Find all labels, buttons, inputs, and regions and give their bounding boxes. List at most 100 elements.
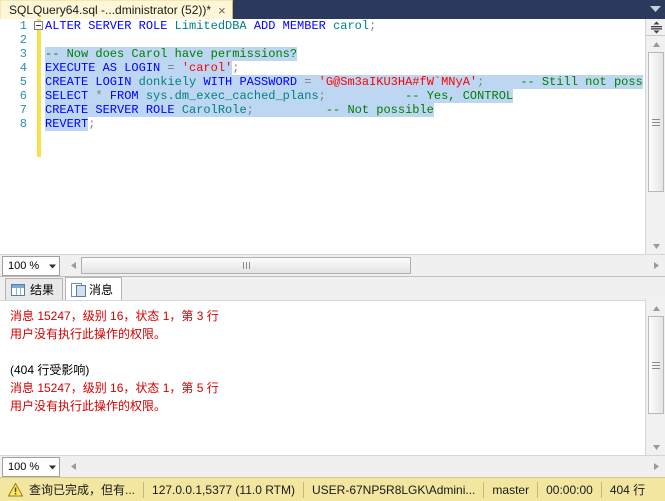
code-token: =: [167, 61, 182, 75]
editor-hscroll-thumb[interactable]: [81, 257, 411, 274]
results-scroll-thumb-grip-icon: [652, 361, 660, 369]
message-error-line: 用户没有执行此操作的权限。: [10, 327, 167, 341]
chevron-down-icon[interactable]: [49, 261, 56, 270]
line-number: 4: [19, 61, 27, 75]
results-horizontal-scrollbar[interactable]: [66, 457, 664, 477]
code-token: [484, 75, 521, 89]
code-token: CarolRole: [181, 103, 247, 117]
results-zoom-combobox[interactable]: 100 %: [2, 456, 60, 477]
scroll-down-arrow-icon[interactable]: [646, 238, 665, 254]
line-number: 3: [19, 47, 27, 61]
code-token: EXECUTE AS LOGIN: [45, 61, 168, 75]
status-server: 127.0.0.1,5377 (11.0 RTM): [144, 478, 303, 501]
code-token: donkiely: [138, 75, 204, 89]
code-line[interactable]: 5 CREATE LOGIN donkiely WITH PASSWORD = '…: [0, 75, 645, 89]
line-number: 5: [19, 75, 27, 89]
results-scroll-up-arrow-icon[interactable]: [646, 300, 665, 316]
code-line[interactable]: 8 REVERT;: [0, 117, 645, 131]
code-token: CREATE SERVER ROLE: [45, 103, 182, 117]
code-lines-container[interactable]: 1 ALTER SERVER ROLE LimitedDBA ADD MEMBER…: [0, 19, 645, 254]
code-text[interactable]: CREATE SERVER ROLE CarolRole; -- Not pos…: [45, 103, 434, 117]
results-tab-grid[interactable]: 结果: [5, 278, 64, 300]
chevron-down-icon[interactable]: [645, 0, 665, 19]
code-text[interactable]: -- Now does Carol have permissions?: [45, 47, 298, 61]
code-line[interactable]: 7 CREATE SERVER ROLE CarolRole; -- Not po…: [0, 103, 645, 117]
code-token: 'carol': [181, 61, 233, 75]
scroll-right-arrow-icon[interactable]: [649, 257, 664, 274]
code-token: ;: [232, 61, 240, 75]
elapsed-text: 00:00:00: [546, 482, 593, 497]
code-token: ;: [246, 103, 254, 117]
code-text[interactable]: EXECUTE AS LOGIN = 'carol';: [45, 61, 239, 75]
line-number: 1: [19, 19, 27, 33]
code-text[interactable]: CREATE LOGIN donkiely WITH PASSWORD = 'G…: [45, 75, 643, 89]
messages-panel[interactable]: 消息 15247，级别 16，状态 1，第 3 行用户没有执行此操作的权限。 (4…: [0, 300, 645, 455]
warning-icon: [8, 482, 23, 497]
code-token: =: [304, 75, 319, 89]
code-text[interactable]: ALTER SERVER ROLE LimitedDBA ADD MEMBER …: [45, 19, 376, 33]
code-token: ;: [88, 117, 96, 131]
close-icon[interactable]: ×: [218, 4, 226, 17]
chevron-down-icon[interactable]: [49, 462, 56, 471]
results-vertical-scrollbar[interactable]: [645, 300, 665, 455]
status-user: USER-67NP5R8LGK\Admini...: [304, 478, 483, 501]
split-pane-handle-icon[interactable]: [646, 19, 665, 36]
results-scroll-left-arrow-icon[interactable]: [66, 458, 81, 475]
code-token: -- Now does Carol have permissions?: [45, 47, 298, 61]
code-token: carol: [333, 19, 370, 33]
results-hscroll-track[interactable]: [81, 458, 649, 475]
code-text[interactable]: REVERT;: [45, 117, 95, 131]
status-bar: 查询已完成，但有... 127.0.0.1,5377 (11.0 RTM) US…: [0, 477, 665, 501]
status-elapsed: 00:00:00: [538, 478, 601, 501]
code-token: WITH PASSWORD: [203, 75, 305, 89]
status-query-state: 查询已完成，但有...: [0, 478, 143, 501]
code-token: LimitedDBA: [174, 19, 254, 33]
code-line[interactable]: 4 EXECUTE AS LOGIN = 'carol';: [0, 61, 645, 75]
code-line[interactable]: 2: [0, 33, 645, 47]
results-tab-label: 消息: [89, 282, 114, 297]
line-number: 6: [19, 89, 27, 103]
code-text[interactable]: SELECT * FROM sys.dm_exec_cached_plans; …: [45, 89, 514, 103]
status-text: 查询已完成，但有...: [29, 483, 136, 497]
editor-zoom-combobox[interactable]: 100 %: [2, 255, 60, 276]
results-scroll-thumb[interactable]: [648, 316, 664, 414]
editor-hscroll-track[interactable]: [81, 257, 649, 274]
editor-horizontal-scrollbar[interactable]: [66, 256, 664, 276]
results-zoom-value: 100 %: [8, 460, 40, 473]
editor-zoom-value: 100 %: [8, 259, 40, 272]
results-scroll-down-arrow-icon[interactable]: [646, 439, 665, 455]
scroll-left-arrow-icon[interactable]: [66, 257, 81, 274]
message-error-line: 用户没有执行此操作的权限。: [10, 399, 167, 413]
hscroll-thumb-grip-icon: [242, 262, 250, 269]
code-token: [325, 89, 406, 103]
document-tab-sqlquery64[interactable]: SQLQuery64.sql -...dministrator (52))* ×: [0, 0, 233, 19]
code-token: ;: [369, 19, 377, 33]
code-line[interactable]: 3 -- Now does Carol have permissions?: [0, 47, 645, 61]
code-token: -- Still not poss: [520, 75, 643, 89]
code-line[interactable]: 1 ALTER SERVER ROLE LimitedDBA ADD MEMBER…: [0, 19, 645, 33]
code-line[interactable]: 6 SELECT * FROM sys.dm_exec_cached_plans;…: [0, 89, 645, 103]
document-tab-strip: SQLQuery64.sql -...dministrator (52))* ×: [0, 0, 665, 19]
message-info-line: (404 行受影响): [10, 363, 90, 377]
message-icon: [71, 282, 87, 297]
code-token: 'G@Sm3aIKU3HA#fW`MNyA': [318, 75, 478, 89]
code-token: FROM: [109, 89, 146, 103]
code-token: ALTER SERVER ROLE: [45, 19, 175, 33]
sql-code-editor[interactable]: 1 ALTER SERVER ROLE LimitedDBA ADD MEMBER…: [0, 19, 665, 254]
results-scroll-right-arrow-icon[interactable]: [649, 458, 664, 475]
document-tab-label: SQLQuery64.sql -...dministrator (52))*: [9, 3, 212, 17]
results-tab-messages[interactable]: 消息: [65, 277, 123, 300]
rowcount-text: 404 行: [609, 483, 646, 497]
collapse-region-icon[interactable]: [34, 21, 43, 30]
status-database: master: [484, 478, 537, 501]
ssms-window: SQLQuery64.sql -...dministrator (52))* ×…: [0, 0, 665, 501]
results-tab-strip: 结果 消息: [0, 276, 665, 300]
editor-scroll-thumb[interactable]: [648, 52, 664, 192]
scroll-up-arrow-icon[interactable]: [646, 36, 665, 52]
code-token: *: [95, 89, 110, 103]
code-token: -- Yes, CONTROL: [405, 89, 514, 103]
server-text: 127.0.0.1,5377 (11.0 RTM): [152, 482, 295, 497]
editor-vertical-scrollbar[interactable]: [645, 19, 665, 254]
line-number: 2: [19, 33, 27, 47]
